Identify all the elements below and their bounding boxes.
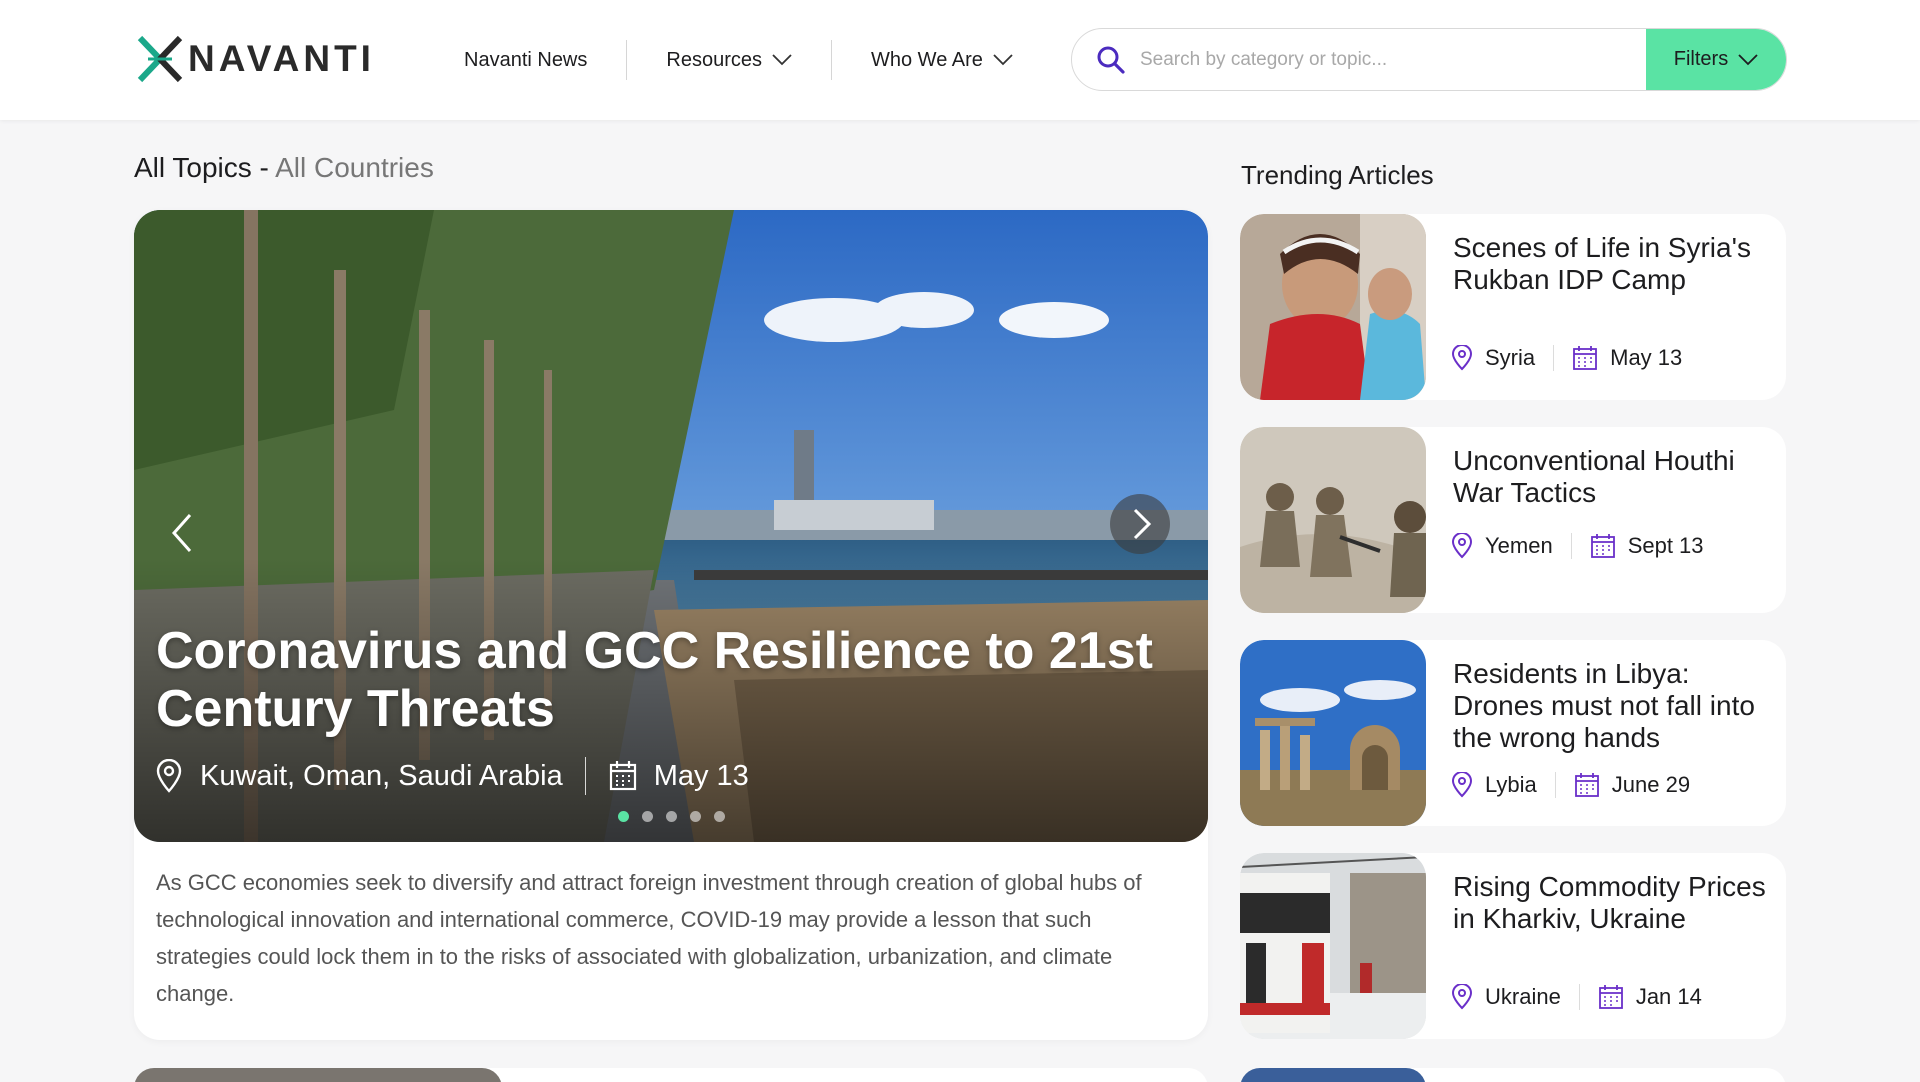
trending-article-thumbnail [1240, 214, 1426, 400]
next-article-thumbnail [134, 1068, 502, 1082]
trending-article-title[interactable]: Residents in Libya: Drones must not fall… [1453, 658, 1773, 754]
map-pin-icon [1451, 533, 1473, 559]
nav-label: Navanti News [464, 48, 588, 71]
carousel-dot-1[interactable] [618, 811, 629, 822]
calendar-icon [1598, 985, 1623, 1009]
search-input[interactable] [1140, 29, 1710, 90]
ruins-photo [1240, 640, 1426, 826]
trending-article-date: Sept 13 [1627, 533, 1704, 558]
soldiers-photo [1240, 427, 1426, 613]
site-header: NAVANTI Navanti News Resources Who We Ar… [0, 0, 1920, 120]
trending-article-location: Ukraine [1485, 984, 1561, 1009]
carousel-pagination [618, 811, 738, 822]
calendar-icon [1573, 346, 1598, 370]
main-nav: Navanti News Resources Who We Are [440, 38, 1052, 82]
trending-article-thumbnail [1240, 427, 1426, 613]
trending-article-title[interactable]: Scenes of Life in Syria's Rukban IDP Cam… [1453, 232, 1773, 296]
logo-wordmark: NAVANTI [188, 38, 375, 79]
next-trending-card-peek[interactable] [1240, 1068, 1786, 1082]
featured-article-card[interactable]: Coronavirus and GCC Resilience to 21st C… [134, 210, 1208, 1040]
chevron-left-icon[interactable] [162, 503, 202, 563]
trending-article-meta: Lybia June 29 [1451, 768, 1690, 802]
map-pin-icon [1451, 345, 1473, 371]
trending-article-date: May 13 [1610, 345, 1683, 370]
featured-article-date: May 13 [653, 759, 749, 792]
chevron-down-icon [1738, 53, 1758, 65]
meta-divider [1554, 772, 1556, 798]
trending-article-title[interactable]: Rising Commodity Prices in Kharkiv, Ukra… [1453, 871, 1773, 935]
trending-article-location: Syria [1485, 345, 1536, 370]
map-pin-icon [1451, 984, 1473, 1010]
search-icon[interactable] [1096, 45, 1126, 75]
nav-label: Resources [666, 48, 762, 71]
chevron-down-icon [993, 54, 1013, 66]
meta-divider [1570, 533, 1572, 559]
next-article-card-peek[interactable] [134, 1068, 1208, 1082]
featured-article-description: As GCC economies seek to diversify and a… [156, 870, 1142, 1006]
meta-divider [1553, 345, 1555, 371]
trending-article-meta: Yemen Sept 13 [1451, 529, 1704, 563]
meta-divider [584, 757, 586, 795]
chevron-right-icon [1133, 508, 1152, 540]
search-bar: Filters [1071, 28, 1787, 91]
children-photo [1240, 214, 1426, 400]
tram-photo [1240, 853, 1426, 1039]
trending-article-date: June 29 [1611, 772, 1691, 797]
meta-divider [1578, 984, 1580, 1010]
carousel-dot-3[interactable] [666, 811, 677, 822]
trending-article-meta: Ukraine Jan 14 [1451, 980, 1702, 1014]
calendar-icon [1574, 773, 1599, 797]
calendar-icon [1590, 534, 1615, 558]
navanti-logo-icon [137, 35, 183, 83]
trending-article-location: Lybia [1485, 772, 1537, 797]
map-pin-icon [1451, 772, 1473, 798]
map-pin-icon [156, 759, 182, 793]
chevron-down-icon [772, 54, 792, 66]
carousel-dot-2[interactable] [642, 811, 653, 822]
trending-article-title[interactable]: Unconventional Houthi War Tactics [1453, 445, 1773, 509]
carousel-dot-5[interactable] [714, 811, 725, 822]
waterfront-photo [134, 210, 1208, 842]
trending-article-thumbnail [1240, 853, 1426, 1039]
trending-heading: Trending Articles [1241, 160, 1434, 190]
next-trending-thumbnail [1240, 1068, 1426, 1082]
featured-article-location: Kuwait, Oman, Saudi Arabia [200, 759, 563, 792]
trending-article-date: Jan 14 [1635, 984, 1702, 1009]
nav-item-resources[interactable]: Resources [627, 38, 831, 82]
heading-separator: - [251, 152, 276, 183]
carousel-dot-4[interactable] [690, 811, 701, 822]
trending-article-thumbnail [1240, 640, 1426, 826]
trending-article-card[interactable]: Unconventional Houthi War Tactics Yemen … [1240, 427, 1786, 613]
filters-label: Filters [1673, 48, 1729, 70]
featured-article-meta: Kuwait, Oman, Saudi Arabia May 13 [154, 756, 749, 796]
filters-button[interactable]: Filters [1646, 29, 1786, 90]
section-heading: All Topics - All Countries [134, 152, 434, 184]
calendar-icon [609, 761, 636, 791]
featured-article-image[interactable]: Coronavirus and GCC Resilience to 21st C… [134, 210, 1208, 842]
country-filter-label[interactable]: All Countries [275, 152, 434, 183]
navanti-logo[interactable]: NAVANTI [136, 34, 375, 84]
nav-item-navanti-news[interactable]: Navanti News [440, 38, 626, 82]
trending-article-meta: Syria May 13 [1451, 341, 1682, 375]
trending-article-card[interactable]: Scenes of Life in Syria's Rukban IDP Cam… [1240, 214, 1786, 400]
topic-filter-label[interactable]: All Topics [134, 152, 252, 183]
nav-label: Who We Are [871, 48, 983, 71]
carousel-next-button[interactable] [1110, 494, 1170, 554]
featured-article-title[interactable]: Coronavirus and GCC Resilience to 21st C… [156, 622, 1156, 738]
trending-article-card[interactable]: Rising Commodity Prices in Kharkiv, Ukra… [1240, 853, 1786, 1039]
nav-item-who-we-are[interactable]: Who We Are [832, 38, 1052, 82]
trending-article-location: Yemen [1485, 533, 1553, 558]
trending-article-card[interactable]: Residents in Libya: Drones must not fall… [1240, 640, 1786, 826]
